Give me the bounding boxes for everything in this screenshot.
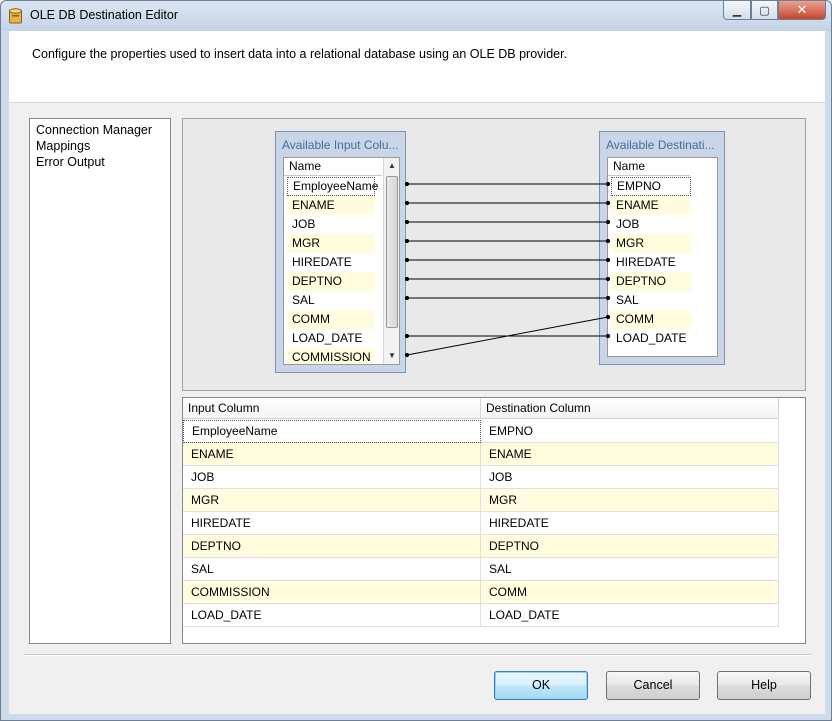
destination-column-cell[interactable]: SAL [481, 558, 779, 581]
mapping-endpoint-icon [404, 295, 410, 301]
grid-header: Input Column Destination Column [183, 398, 779, 419]
destination-column-cell[interactable]: COMM [481, 581, 779, 604]
table-row[interactable]: MGR MGR [183, 489, 779, 512]
input-column-cell[interactable]: LOAD_DATE [183, 604, 481, 627]
destination-column-header[interactable]: Destination Column [481, 398, 779, 419]
mappings-grid: Input Column Destination Column Employee… [182, 397, 806, 644]
footer-divider [23, 654, 811, 656]
dialog-window: OLE DB Destination Editor ▁ ▢ ✕ Configur… [0, 0, 832, 721]
nav-item-connection-manager[interactable]: Connection Manager [36, 122, 164, 138]
nav-item-mappings[interactable]: Mappings [36, 138, 164, 154]
input-column-cell[interactable]: MGR [183, 489, 481, 512]
mapping-endpoint-icon [605, 295, 611, 301]
cancel-button[interactable]: Cancel [606, 671, 700, 700]
mapping-endpoint-icon [605, 238, 611, 244]
table-row[interactable]: EmployeeName EMPNO [183, 420, 779, 443]
input-column-cell[interactable]: DEPTNO [183, 535, 481, 558]
minimize-icon: ▁ [732, 4, 742, 17]
mapping-endpoint-icon [605, 181, 611, 187]
mapping-endpoint-icon [404, 200, 410, 206]
table-row[interactable]: COMMISSION COMM [183, 581, 779, 604]
destination-column-cell[interactable]: MGR [481, 489, 779, 512]
mapping-endpoint-icon [605, 333, 611, 339]
mapping-endpoint-icon [605, 219, 611, 225]
table-row[interactable]: LOAD_DATE LOAD_DATE [183, 604, 779, 627]
close-icon: ✕ [796, 2, 808, 17]
input-column-cell[interactable]: SAL [183, 558, 481, 581]
destination-column-cell[interactable]: LOAD_DATE [481, 604, 779, 627]
database-icon [9, 8, 22, 24]
dialog-client: Configure the properties used to insert … [9, 31, 825, 714]
destination-column-cell[interactable]: JOB [481, 466, 779, 489]
help-button[interactable]: Help [717, 671, 811, 700]
ok-button[interactable]: OK [494, 671, 588, 700]
title-bar[interactable]: OLE DB Destination Editor ▁ ▢ ✕ [1, 1, 831, 31]
input-column-cell[interactable]: ENAME [183, 443, 481, 466]
maximize-icon: ▢ [759, 4, 770, 17]
mapping-endpoint-icon [404, 276, 410, 282]
header-panel: Configure the properties used to insert … [9, 31, 825, 103]
input-column-cell[interactable]: JOB [183, 466, 481, 489]
table-row[interactable]: DEPTNO DEPTNO [183, 535, 779, 558]
mapping-endpoint-icon [404, 181, 410, 187]
nav-item-error-output[interactable]: Error Output [36, 154, 164, 170]
input-column-cell[interactable]: EmployeeName [183, 420, 481, 443]
mapping-endpoint-icon [404, 333, 410, 339]
mapping-lines [404, 181, 611, 358]
input-column-cell[interactable]: HIREDATE [183, 512, 481, 535]
destination-column-cell[interactable]: ENAME [481, 443, 779, 466]
mapping-endpoint-icon [404, 219, 410, 225]
mapping-endpoint-icon [605, 200, 611, 206]
column-mapping-diagram: Available Input Colu... Name EmployeeNam… [182, 118, 806, 391]
mapping-endpoint-icon [605, 314, 611, 320]
table-row[interactable]: JOB JOB [183, 466, 779, 489]
mapping-endpoint-icon [404, 257, 410, 263]
input-column-cell[interactable]: COMMISSION [183, 581, 481, 604]
destination-column-cell[interactable]: HIREDATE [481, 512, 779, 535]
window-title: OLE DB Destination Editor [30, 8, 178, 22]
table-row[interactable]: SAL SAL [183, 558, 779, 581]
maximize-button[interactable]: ▢ [751, 1, 778, 20]
header-description: Configure the properties used to insert … [32, 47, 568, 61]
input-column-header[interactable]: Input Column [183, 398, 481, 419]
mapping-endpoint-icon [605, 276, 611, 282]
mapping-endpoint-icon [404, 238, 410, 244]
destination-column-cell[interactable]: DEPTNO [481, 535, 779, 558]
mapping-endpoint-icon [404, 352, 410, 358]
destination-column-cell[interactable]: EMPNO [481, 420, 779, 443]
close-button[interactable]: ✕ [778, 1, 826, 20]
page-navigation-list: Connection Manager Mappings Error Output [29, 118, 171, 644]
table-row[interactable]: ENAME ENAME [183, 443, 779, 466]
mapping-endpoint-icon [605, 257, 611, 263]
minimize-button[interactable]: ▁ [723, 1, 751, 20]
table-row[interactable]: HIREDATE HIREDATE [183, 512, 779, 535]
